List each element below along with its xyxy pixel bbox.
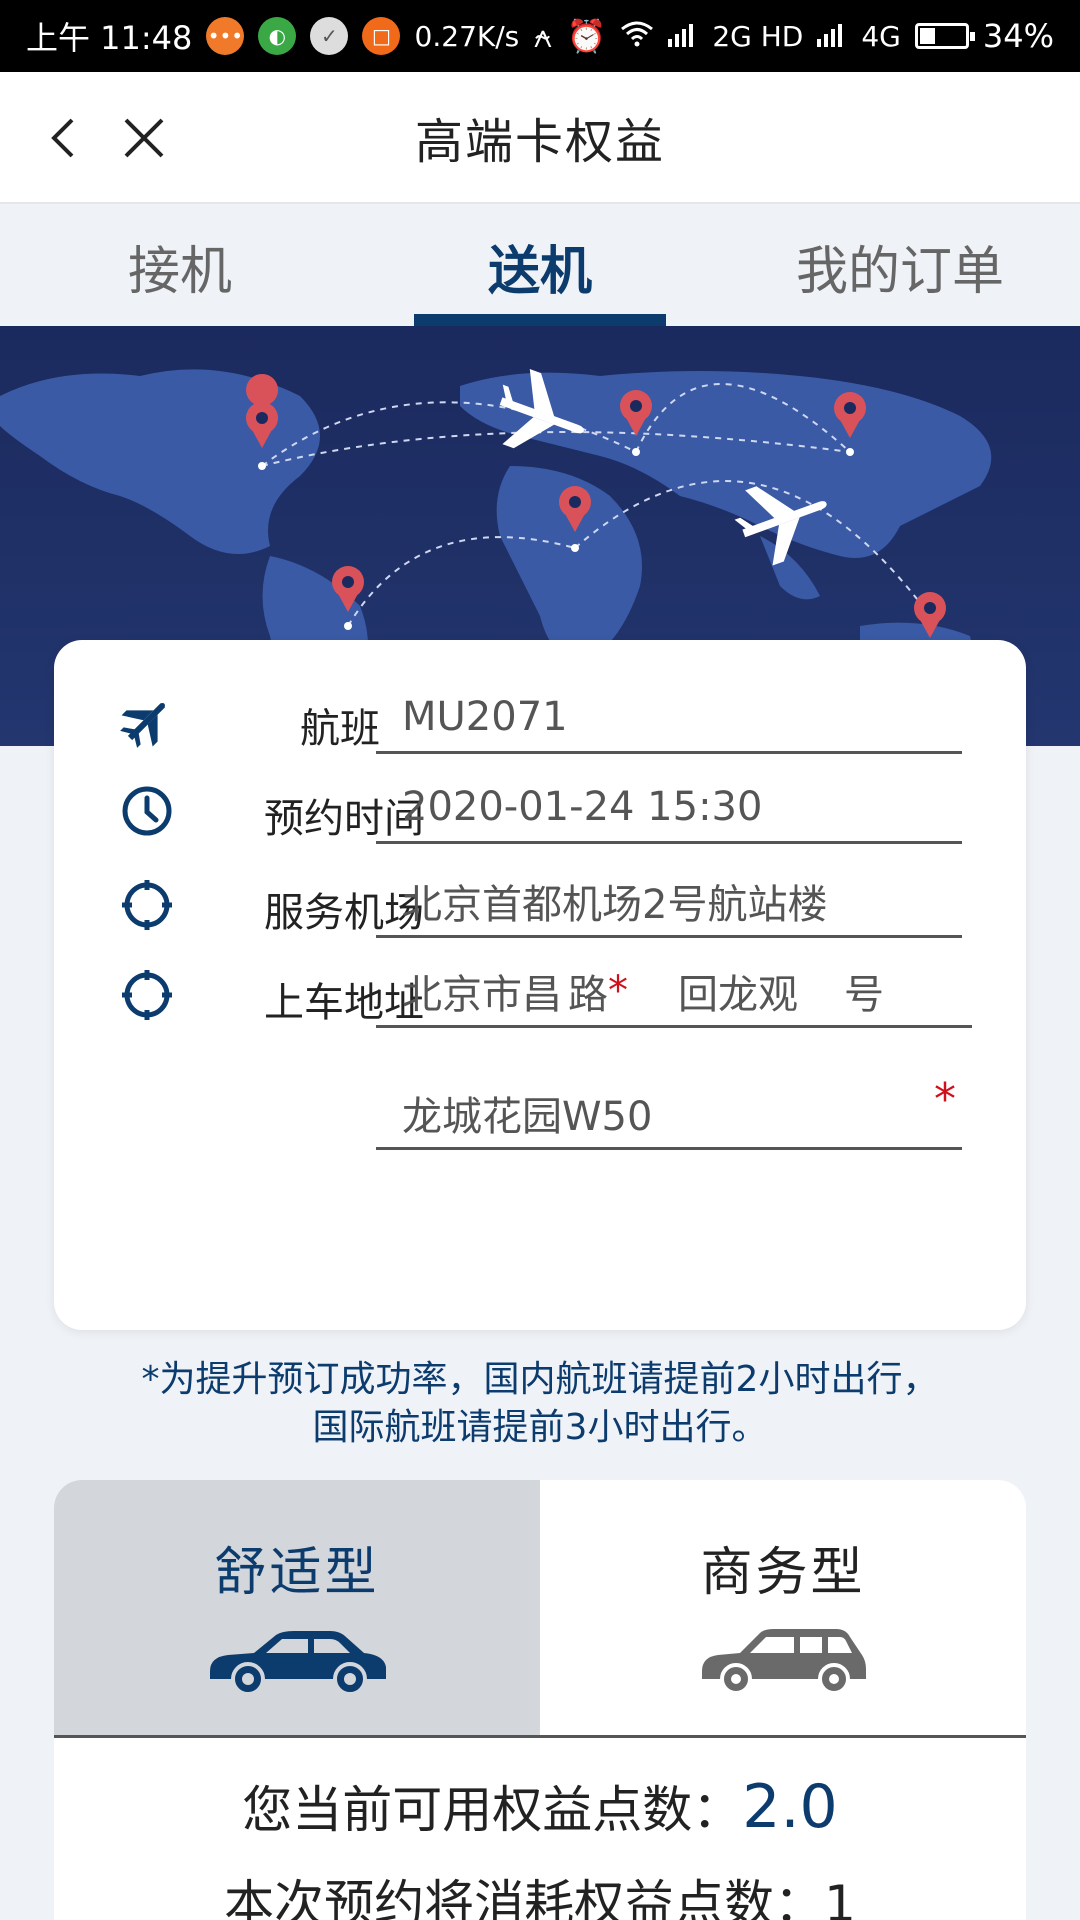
chevron-left-icon	[51, 118, 74, 158]
airport-input[interactable]: 北京首都机场2号航站楼	[376, 866, 962, 938]
tab-dropoff[interactable]: 送机	[360, 206, 720, 326]
alarm-icon: ⏰	[566, 17, 607, 55]
chat-notification-icon: •••	[206, 17, 245, 55]
signal-icon-2	[817, 17, 847, 55]
nav-bar: 高端卡权益	[0, 72, 1080, 204]
consume-points-value: 1	[824, 1875, 856, 1920]
signal-icon	[668, 17, 698, 55]
address-required-mark: *	[608, 967, 628, 1014]
airplane-icon	[120, 703, 165, 748]
car-type-selector: 舒适型 商务型	[54, 1480, 1026, 1738]
available-points-label: 您当前可用权益点数：	[242, 1781, 743, 1839]
close-button[interactable]	[112, 106, 176, 170]
address-detail-input[interactable]: 龙城花园W50 *	[376, 1074, 962, 1150]
wifi-icon	[620, 17, 654, 55]
page-title: 高端卡权益	[414, 114, 665, 170]
booking-form-card: 航班 MU2071 预约时间 2020-01-24 15:30 服务机场 北京首…	[54, 640, 1026, 1330]
location-icon: ⍲	[533, 16, 553, 55]
clock-icon	[122, 786, 172, 836]
location-target-icon	[122, 970, 172, 1020]
address-city: 北京市	[402, 971, 522, 1018]
consume-points-label: 本次预约将消耗权益点数：	[224, 1875, 825, 1920]
car-option-label: 舒适型	[214, 1543, 380, 1603]
time-row: 预约时间 2020-01-24 15:30	[54, 766, 1026, 856]
back-button[interactable]	[34, 106, 98, 170]
battery-percent: 34%	[982, 17, 1054, 55]
app2-notification-icon: □	[362, 17, 401, 55]
address-area: 回龙观	[678, 971, 798, 1018]
status-time: 上午 11:48	[26, 19, 193, 57]
booking-notice: *为提升预订成功率，国内航班请提前2小时出行， 国际航班请提前3小时出行。	[54, 1356, 1026, 1452]
available-points: 您当前可用权益点数：2.0	[54, 1770, 1026, 1842]
check-notification-icon: ✓	[310, 17, 349, 55]
consume-points: 本次预约将消耗权益点数：1	[54, 1864, 1026, 1920]
airport-row: 服务机场 北京首都机场2号航站楼	[54, 860, 1026, 950]
location-target-icon	[122, 880, 172, 930]
car-option-comfort[interactable]: 舒适型	[54, 1480, 540, 1735]
close-icon	[124, 118, 164, 158]
tab-my-orders[interactable]: 我的订单	[720, 206, 1080, 326]
network-type-1: 2G HD	[712, 19, 804, 53]
address-detail-row: 龙城花园W50 *	[54, 1072, 1026, 1162]
time-input[interactable]: 2020-01-24 15:30	[376, 772, 962, 844]
address-detail-required-mark: *	[934, 1074, 956, 1125]
car-type-card: 舒适型 商务型 您当前可用权益点数：2.0 本次预约将消耗权益点数：1	[54, 1480, 1026, 1920]
service-tabs: 接机 送机 我的订单	[0, 206, 1080, 326]
available-points-value: 2.0	[742, 1772, 838, 1842]
notice-line-2: 国际航班请提前3小时出行。	[312, 1407, 768, 1448]
car-option-label: 商务型	[700, 1543, 866, 1603]
flight-row: 航班 MU2071	[54, 676, 1026, 766]
address-detail-value: 龙城花园W50	[402, 1093, 653, 1140]
address-district: 昌	[522, 971, 562, 1018]
network-type-2: 4G	[861, 19, 901, 53]
battery-icon	[914, 23, 975, 49]
address-number: 号	[844, 971, 884, 1018]
suv-car-icon	[702, 1629, 866, 1695]
network-speed: 0.27K/s	[414, 19, 520, 53]
sedan-car-icon	[210, 1631, 386, 1696]
status-bar: 上午 11:48 ••• ◐ ✓ □ 0.27K/s ⍲ ⏰ 2G HD 4G …	[0, 0, 1080, 72]
tab-pickup[interactable]: 接机	[0, 206, 360, 326]
address-road: 路	[568, 971, 608, 1018]
app-notification-icon: ◐	[258, 17, 297, 55]
address-area-input[interactable]: 北京市 昌 路 * 回龙观 号	[376, 956, 972, 1028]
car-option-business[interactable]: 商务型	[540, 1480, 1026, 1735]
flight-input[interactable]: MU2071	[376, 682, 962, 754]
flight-label: 航班	[300, 706, 380, 752]
notice-line-1: *为提升预订成功率，国内航班请提前2小时出行，	[141, 1359, 939, 1400]
address-row: 上车地址 北京市 昌 路 * 回龙观 号	[54, 950, 1026, 1040]
